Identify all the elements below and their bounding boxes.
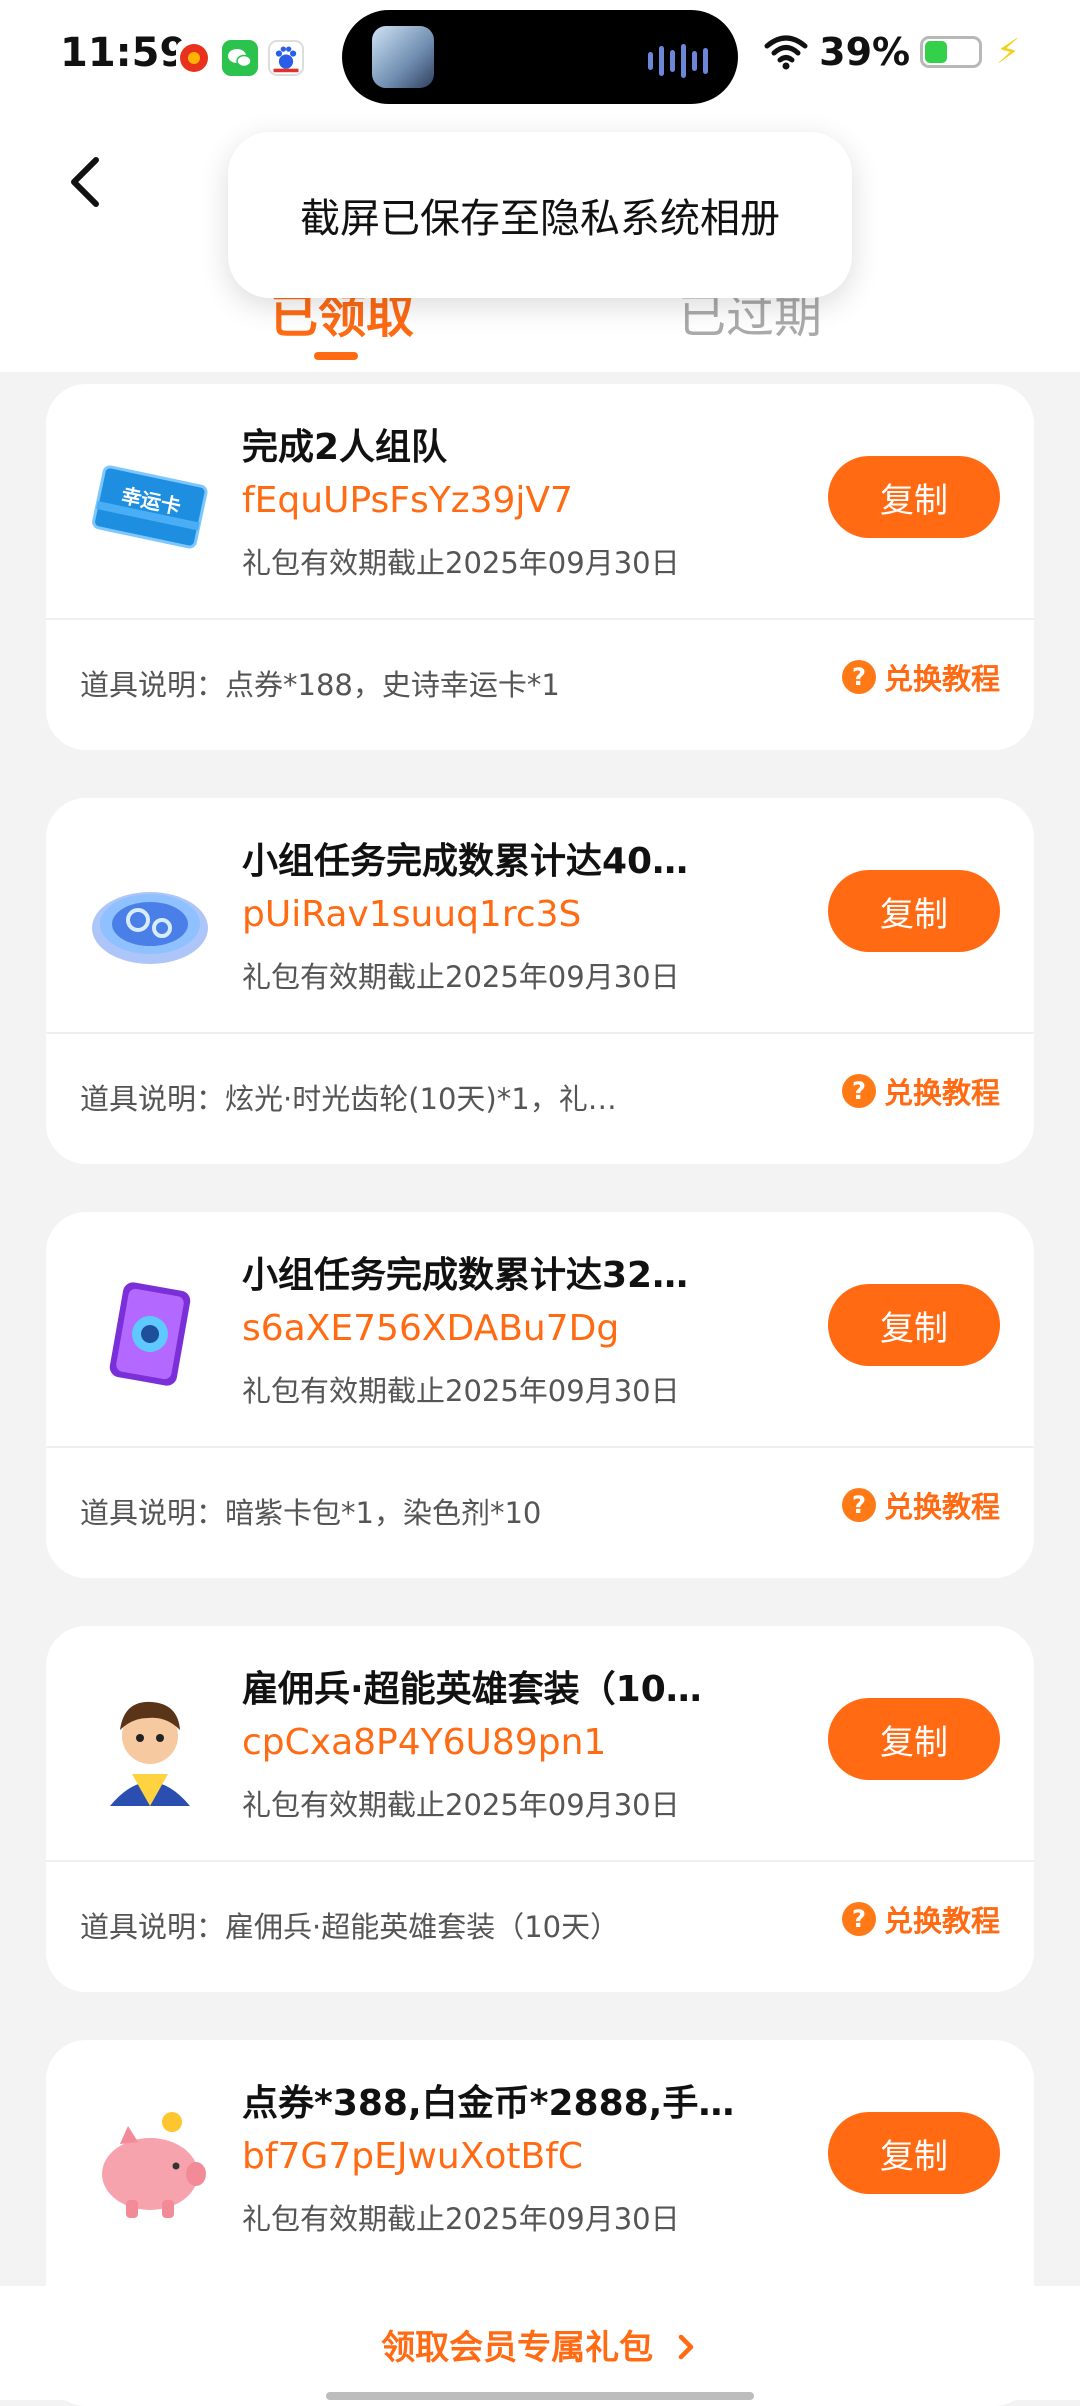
media-thumbnail — [372, 26, 434, 88]
battery-level — [925, 41, 947, 63]
vip-gift-link[interactable]: 领取会员专属礼包 — [0, 2320, 1080, 2369]
gift-title: 完成2人组队 — [242, 427, 448, 468]
gift-card: 雇佣兵·超能英雄套装（10… cpCxa8P4Y6U89pn1 礼包有效期截止2… — [46, 1626, 1034, 1992]
gift-title: 点券*388,白金币*2888,手… — [242, 2083, 735, 2124]
gift-code: s6aXE756XDABu7Dg — [242, 1308, 620, 1349]
gift-validity: 礼包有效期截止2025年09月30日 — [242, 546, 680, 580]
question-icon: ? — [841, 1488, 876, 1522]
vip-gift-label: 领取会员专属礼包 — [381, 2328, 654, 2368]
chevron-left-icon[interactable] — [56, 150, 120, 214]
lucky-card-icon: 幸运卡 — [92, 465, 208, 549]
tab-indicator — [314, 352, 358, 360]
gift-validity: 礼包有效期截止2025年09月30日 — [242, 2202, 680, 2236]
redeem-tutorial-label: 兑换教程 — [883, 1490, 1000, 1524]
gift-code: fEquUPsFsYz39jV7 — [242, 480, 573, 521]
item-description: 道具说明：雇佣兵·超能英雄套装（10天） — [80, 1910, 620, 1944]
item-description: 道具说明：点券*188，史诗幸运卡*1 — [80, 668, 560, 702]
gift-title: 小组任务完成数累计达32… — [242, 1255, 689, 1296]
divider — [46, 618, 1034, 620]
copy-button[interactable]: 复制 — [828, 1698, 1000, 1780]
divider — [46, 1860, 1034, 1862]
battery-icon — [920, 36, 983, 68]
screenshot-toast: 截屏已保存至隐私系统相册 — [228, 132, 852, 298]
piggy-bank-icon — [102, 2112, 206, 2218]
baidu-icon — [268, 40, 304, 76]
copy-button[interactable]: 复制 — [828, 870, 1000, 952]
item-description: 道具说明：暗紫卡包*1，染色剂*10 — [80, 1496, 542, 1530]
hero-avatar-icon — [110, 1701, 190, 1806]
charging-icon: ⚡ — [996, 32, 1020, 72]
redeem-tutorial-link[interactable]: ? 兑换教程 — [841, 1484, 1000, 1526]
dynamic-island[interactable] — [342, 10, 738, 104]
redeem-tutorial-link[interactable]: ? 兑换教程 — [841, 1898, 1000, 1940]
redeem-tutorial-link[interactable]: ? 兑换教程 — [841, 656, 1000, 698]
gift-title: 小组任务完成数累计达40… — [242, 841, 689, 882]
chevron-right-icon — [678, 2334, 694, 2360]
gift-code: bf7G7pEJwuXotBfC — [242, 2136, 584, 2177]
divider — [46, 1446, 1034, 1448]
redeem-tutorial-label: 兑换教程 — [883, 1076, 1000, 1110]
question-icon: ? — [841, 660, 876, 694]
home-indicator[interactable] — [326, 2392, 754, 2400]
status-right: 39% ⚡ — [763, 30, 1020, 74]
gift-code: cpCxa8P4Y6U89pn1 — [242, 1722, 607, 1763]
question-icon: ? — [841, 1902, 876, 1936]
wifi-icon — [764, 35, 808, 70]
bottom-bar: 领取会员专属礼包 — [0, 2286, 1080, 2400]
divider — [46, 1032, 1034, 1034]
gift-card: 小组任务完成数累计达40… pUiRav1suuq1rc3S 礼包有效期截止20… — [46, 798, 1034, 1164]
copy-button[interactable]: 复制 — [828, 2112, 1000, 2194]
gift-code: pUiRav1suuq1rc3S — [242, 894, 582, 935]
battery-percent: 39% — [819, 30, 911, 74]
gift-validity: 礼包有效期截止2025年09月30日 — [242, 1788, 680, 1822]
redeem-tutorial-label: 兑换教程 — [883, 662, 1000, 696]
question-icon: ? — [841, 1074, 876, 1108]
redeem-tutorial-link[interactable]: ? 兑换教程 — [841, 1070, 1000, 1112]
audio-wave-icon — [648, 44, 708, 78]
gift-validity: 礼包有效期截止2025年09月30日 — [242, 1374, 680, 1408]
gift-title: 雇佣兵·超能英雄套装（10… — [242, 1669, 702, 1710]
copy-button[interactable]: 复制 — [828, 1284, 1000, 1366]
status-time: 11:59 — [60, 30, 188, 76]
copy-button[interactable]: 复制 — [828, 456, 1000, 538]
wechat-icon — [222, 40, 258, 76]
time-gear-icon — [92, 892, 208, 964]
gift-card: 幸运卡 完成2人组队 fEquUPsFsYz39jV7 礼包有效期截止2025年… — [46, 384, 1034, 750]
status-bar: 11:59 39% ⚡ — [0, 0, 1080, 120]
notification-app-icon — [176, 40, 212, 76]
gift-card: 小组任务完成数累计达32… s6aXE756XDABu7Dg 礼包有效期截止20… — [46, 1212, 1034, 1578]
gift-validity: 礼包有效期截止2025年09月30日 — [242, 960, 680, 994]
redeem-tutorial-label: 兑换教程 — [883, 1904, 1000, 1938]
purple-card-pack-icon — [109, 1282, 191, 1386]
item-description: 道具说明：炫光·时光齿轮(10天)*1，礼… — [80, 1082, 617, 1116]
